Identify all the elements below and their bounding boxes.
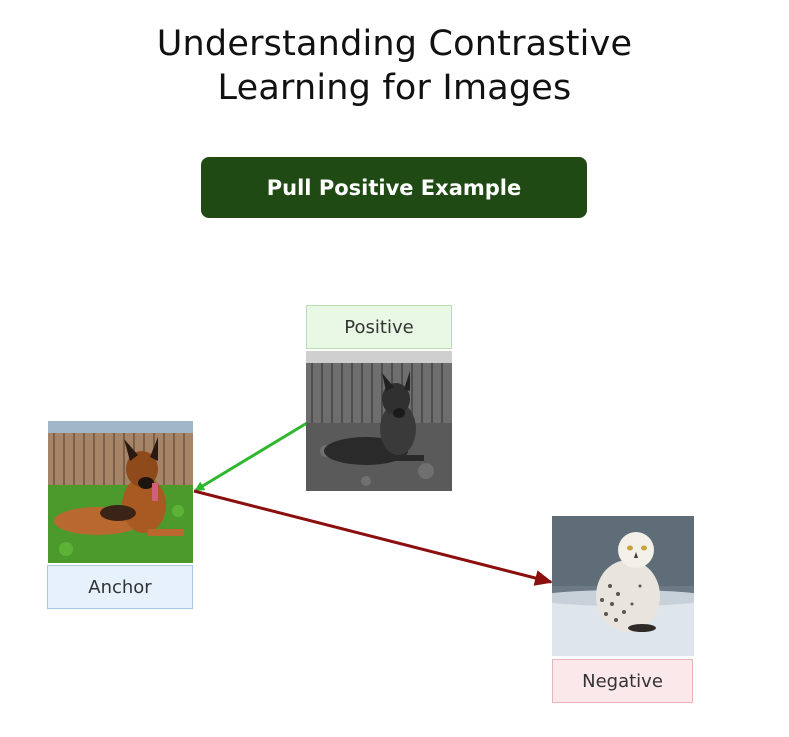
title-line-1: Understanding Contrastive [156, 24, 633, 64]
positive-label-text: Positive [344, 316, 414, 338]
diagram-title: Understanding Contrastive Learning for I… [0, 22, 789, 110]
anchor-label-text: Anchor [88, 576, 152, 598]
negative-owl-image [552, 516, 694, 656]
anchor-dog-image [48, 421, 193, 563]
positive-dog-image [306, 351, 452, 491]
title-line-2: Learning for Images [217, 68, 572, 108]
positive-pull-arrow [194, 421, 308, 492]
anchor-label: Anchor [47, 565, 193, 609]
positive-label: Positive [306, 305, 452, 349]
negative-label-text: Negative [582, 670, 663, 692]
pull-positive-example-button[interactable]: Pull Positive Example [201, 157, 587, 218]
negative-label: Negative [552, 659, 693, 703]
negative-push-arrow [193, 489, 553, 586]
